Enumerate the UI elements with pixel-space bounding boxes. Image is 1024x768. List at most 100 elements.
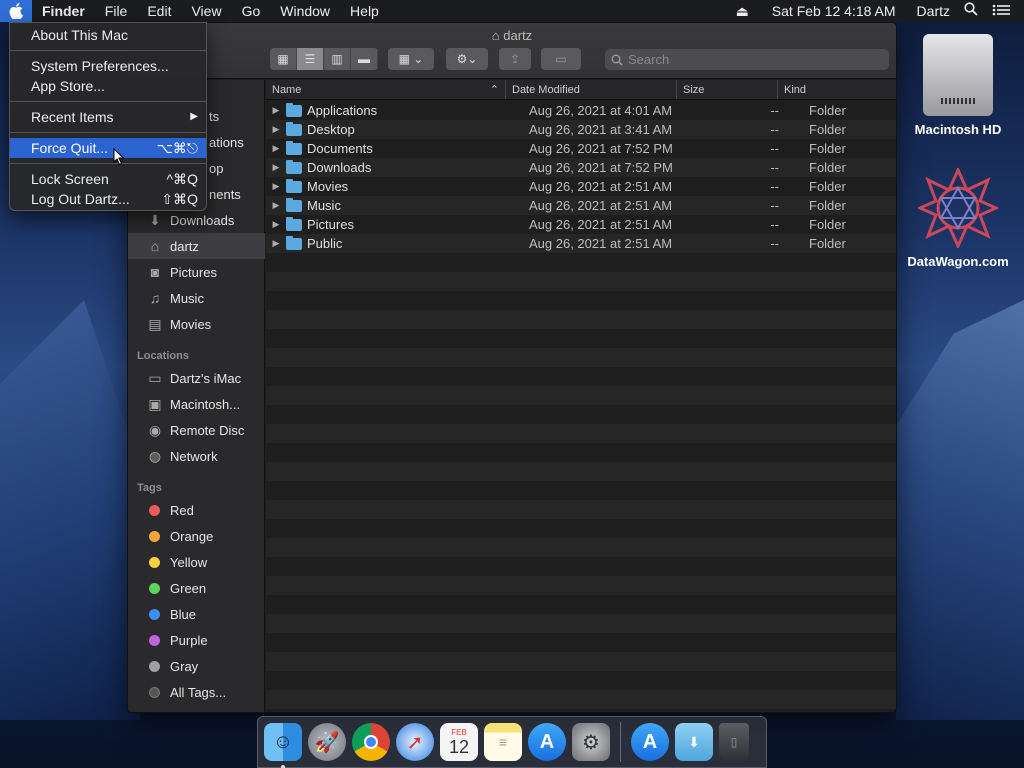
menu-separator <box>10 101 206 102</box>
file-kind: Folder <box>809 160 846 175</box>
dock-safari[interactable]: ➚ <box>396 723 434 761</box>
folder-icon <box>286 235 302 250</box>
folder-icon <box>286 159 302 174</box>
dock-finder[interactable]: ☺ <box>264 723 302 768</box>
share-button[interactable]: ⇪ <box>499 48 531 70</box>
disclosure-triangle-icon[interactable]: ▶ <box>266 105 286 116</box>
dock-app-store[interactable]: A <box>528 723 566 761</box>
finder-window: ⌂ dartz ▦ ☰ ▥ ▬ ▦ ⌄ ⚙ ⌄ ⇪ ▭ ts ations op… <box>127 22 897 713</box>
dock-downloads-folder[interactable]: ⬇ <box>675 723 713 761</box>
sidebar-item-movies[interactable]: ▤ Movies <box>128 311 265 337</box>
table-row[interactable]: ▶ Downloads Aug 26, 2021 at 7:52 PM -- Folde… <box>266 158 896 177</box>
menu-item-force-quit[interactable]: Force Quit... ⌥⌘⎋ <box>10 138 206 158</box>
list-view-button[interactable]: ☰ <box>297 48 324 70</box>
sidebar-item-imac[interactable]: ▭ Dartz's iMac <box>128 365 265 391</box>
disclosure-triangle-icon[interactable]: ▶ <box>266 219 286 230</box>
table-row[interactable]: ▶ Applications Aug 26, 2021 at 4:01 AM -- Fo… <box>266 101 896 120</box>
table-row[interactable]: ▶ Movies Aug 26, 2021 at 2:51 AM -- Folder <box>266 177 896 196</box>
sidebar-tag-green[interactable]: Green <box>128 575 265 601</box>
desktop-icon-datawagon[interactable]: DataWagon.com <box>903 166 1013 269</box>
disclosure-triangle-icon[interactable]: ▶ <box>266 238 286 249</box>
dock-calendar[interactable]: FEB 12 <box>440 723 478 761</box>
disclosure-triangle-icon[interactable]: ▶ <box>266 124 286 135</box>
tags-button[interactable]: ▭ <box>541 48 581 70</box>
rocket-icon: 🚀 <box>314 731 340 754</box>
menu-go[interactable]: Go <box>232 0 271 22</box>
column-header-kind[interactable]: Kind <box>778 80 896 99</box>
sidebar-item-all-tags[interactable]: All Tags... <box>128 679 265 705</box>
menu-item-recent-items[interactable]: Recent Items ▶ <box>10 107 206 127</box>
calendar-month: FEB <box>451 727 467 737</box>
menu-item-log-out[interactable]: Log Out Dartz... ⇧⌘Q <box>10 189 206 209</box>
menu-view[interactable]: View <box>181 0 231 22</box>
column-view-button[interactable]: ▥ <box>324 48 351 70</box>
menu-window[interactable]: Window <box>270 0 340 22</box>
hard-drive-icon: ▣ <box>148 395 162 412</box>
sidebar-item-home[interactable]: ⌂ dartz <box>128 233 265 259</box>
dock-trash[interactable]: ▯ <box>719 723 749 761</box>
disclosure-triangle-icon[interactable]: ▶ <box>266 181 286 192</box>
column-header-date[interactable]: Date Modified <box>506 80 677 99</box>
menu-item-app-store[interactable]: App Store... <box>10 76 206 96</box>
wallpaper-mountain-left <box>0 300 140 720</box>
file-list: Name ⌃ Date Modified Size Kind ▶ Applicati… <box>266 80 896 712</box>
disclosure-triangle-icon[interactable]: ▶ <box>266 143 286 154</box>
sidebar-tag-blue[interactable]: Blue <box>128 601 265 627</box>
sidebar-item-network[interactable]: ◍ Network <box>128 443 265 469</box>
sidebar-tag-orange[interactable]: Orange <box>128 523 265 549</box>
title-bar[interactable]: ⌂ dartz ▦ ☰ ▥ ▬ ▦ ⌄ ⚙ ⌄ ⇪ ▭ <box>128 23 896 79</box>
dock-app-store-folder[interactable]: A <box>631 723 669 761</box>
menu-item-about[interactable]: About This Mac <box>10 25 206 45</box>
apple-menu-button[interactable] <box>0 0 32 22</box>
notification-center-icon[interactable] <box>985 0 1024 22</box>
table-row[interactable]: ▶ Pictures Aug 26, 2021 at 2:51 AM -- Folder <box>266 215 896 234</box>
clock[interactable]: Sat Feb 12 4:18 AM <box>756 0 903 22</box>
file-name: Desktop <box>307 122 355 137</box>
menu-item-lock-screen[interactable]: Lock Screen ^⌘Q <box>10 169 206 189</box>
sidebar-item-music[interactable]: ♫ Music <box>128 285 265 311</box>
column-header-name[interactable]: Name ⌃ <box>266 80 506 99</box>
sidebar-item-remote-disc[interactable]: ◉ Remote Disc <box>128 417 265 443</box>
group-by-button[interactable]: ▦ ⌄ <box>388 48 434 70</box>
dock-chrome[interactable] <box>352 723 390 761</box>
calendar-day: 12 <box>448 736 470 757</box>
table-row[interactable]: ▶ Documents Aug 26, 2021 at 7:52 PM -- Folde… <box>266 139 896 158</box>
search-field[interactable] <box>605 49 889 70</box>
menu-edit[interactable]: Edit <box>137 0 181 22</box>
sidebar-tag-purple[interactable]: Purple <box>128 627 265 653</box>
menu-file[interactable]: File <box>95 0 138 22</box>
file-size: -- <box>770 217 779 232</box>
spotlight-search-icon[interactable] <box>957 0 985 22</box>
disclosure-triangle-icon[interactable]: ▶ <box>266 162 286 173</box>
file-kind: Folder <box>809 217 846 232</box>
dock-system-preferences[interactable]: ⚙ <box>572 723 610 761</box>
sidebar-tag-yellow[interactable]: Yellow <box>128 549 265 575</box>
tag-color-dot <box>149 634 160 646</box>
sidebar-tag-gray[interactable]: Gray <box>128 653 265 679</box>
user-menu[interactable]: Dartz <box>903 0 957 22</box>
menu-help[interactable]: Help <box>340 0 389 22</box>
mouse-cursor-icon <box>113 148 125 166</box>
tag-color-dot <box>149 504 160 516</box>
disclosure-triangle-icon[interactable]: ▶ <box>266 200 286 211</box>
sidebar-item-pictures[interactable]: ◙ Pictures <box>128 259 265 285</box>
hard-drive-icon <box>923 34 993 116</box>
table-row[interactable]: ▶ Public Aug 26, 2021 at 2:51 AM -- Folder <box>266 234 896 253</box>
table-row[interactable]: ▶ Music Aug 26, 2021 at 2:51 AM -- Folder <box>266 196 896 215</box>
column-header-size[interactable]: Size <box>677 80 778 99</box>
eject-icon[interactable]: ⏏ <box>729 0 756 22</box>
desktop-icon-macintosh-hd[interactable]: Macintosh HD <box>903 34 1013 137</box>
table-row[interactable]: ▶ Desktop Aug 26, 2021 at 3:41 AM -- Folder <box>266 120 896 139</box>
gallery-view-button[interactable]: ▬ <box>351 48 378 70</box>
action-gear-button[interactable]: ⚙ ⌄ <box>446 48 488 70</box>
sidebar-tag-red[interactable]: Red <box>128 497 265 523</box>
sidebar-item-macintosh-hd[interactable]: ▣ Macintosh... <box>128 391 265 417</box>
file-name: Documents <box>307 141 373 156</box>
search-input[interactable] <box>628 52 868 67</box>
dock-launchpad[interactable]: 🚀 <box>308 723 346 761</box>
dock-notes[interactable]: ≡ <box>484 723 522 761</box>
tag-icon: ▭ <box>555 52 567 66</box>
menu-finder[interactable]: Finder <box>32 0 95 22</box>
menu-item-system-preferences[interactable]: System Preferences... <box>10 56 206 76</box>
icon-view-button[interactable]: ▦ <box>270 48 297 70</box>
